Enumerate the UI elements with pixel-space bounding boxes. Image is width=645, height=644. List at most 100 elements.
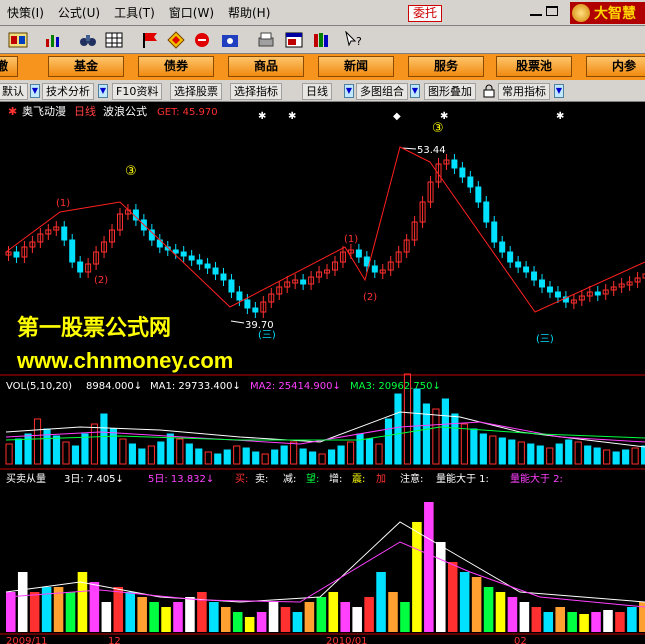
stop-icon[interactable]: [192, 31, 212, 49]
chart-period: 日线: [74, 104, 96, 118]
menu-quickstrategy[interactable]: 快策(I): [0, 4, 51, 21]
svg-text:?: ?: [356, 35, 362, 48]
nav-button-commodity[interactable]: 商品: [228, 56, 304, 77]
candle: [69, 239, 76, 263]
indicator-bar: [388, 592, 398, 632]
candle: [507, 251, 514, 263]
candle: [515, 261, 522, 268]
grid-icon[interactable]: [104, 31, 124, 49]
chart-icon[interactable]: [44, 31, 64, 49]
kline-chart-area[interactable]: ✱ 奥飞动漫 日线 波浪公式 GET: 45.970 ③ (1) (2) (1)…: [0, 102, 645, 644]
volume-bar: [166, 433, 174, 465]
icon-toolbar: ?: [0, 26, 645, 54]
nav-bar: 撤 基金 债券 商品 新闻 服务 股票池 内参: [0, 54, 645, 80]
nav-button-service[interactable]: 服务: [408, 56, 484, 77]
menu-window[interactable]: 窗口(W): [162, 4, 221, 21]
indicator-bar: [579, 614, 589, 632]
sub-toolbar: 默认 ▼ 技术分析 ▼ F10资料 选择股票 选择指标 日线 ▼ 多图组合 ▼ …: [0, 80, 645, 102]
candle: [228, 279, 235, 293]
wave-label: (2): [363, 292, 377, 303]
volume-bar: [242, 447, 250, 465]
volume-bar: [622, 449, 630, 465]
tab-select-stock[interactable]: 选择股票: [170, 83, 222, 100]
indicator-bar: [603, 610, 613, 632]
lock-icon[interactable]: [483, 84, 495, 98]
candle: [459, 167, 466, 178]
indicator-bar: [125, 592, 135, 632]
indicator-bar: [376, 572, 386, 632]
minimize-icon[interactable]: [530, 6, 542, 16]
tab-technical-analysis[interactable]: 技术分析: [42, 83, 94, 100]
menu-formula[interactable]: 公式(U): [51, 4, 107, 21]
menu-icon[interactable]: ✱: [8, 105, 17, 118]
volume-bar: [356, 433, 364, 465]
indicator-bar: [591, 612, 601, 632]
volume-bar: [109, 428, 118, 465]
tab-common-indicator[interactable]: 常用指标: [498, 83, 550, 100]
tab-select-indicator[interactable]: 选择指标: [230, 83, 282, 100]
help-cursor-icon[interactable]: ?: [344, 31, 364, 49]
chevron-down-icon[interactable]: ▼: [554, 84, 564, 98]
candle: [148, 229, 155, 241]
candle: [355, 249, 362, 258]
menu-help[interactable]: 帮助(H): [221, 4, 277, 21]
volume-bar: [100, 413, 108, 465]
print-icon[interactable]: [256, 31, 276, 49]
indicator-name: 波浪公式: [103, 104, 147, 118]
nav-button-fund[interactable]: 基金: [48, 56, 124, 77]
binoculars-icon[interactable]: [78, 31, 98, 49]
diamond-icon[interactable]: [166, 31, 186, 49]
indicator-bar: [113, 587, 124, 632]
indicator-bar: [209, 602, 219, 632]
volume-bar: [195, 448, 203, 465]
tab-multi-chart[interactable]: 多图组合: [356, 83, 408, 100]
nav-button-withdraw[interactable]: 撤: [0, 56, 18, 77]
maximize-icon[interactable]: [546, 6, 558, 16]
signal-star: ◆: [393, 111, 401, 122]
volume-bar: [138, 448, 146, 465]
candle: [483, 201, 490, 223]
candle: [451, 159, 458, 169]
portfolio-icon[interactable]: [220, 31, 240, 49]
nav-button-insider[interactable]: 内参: [586, 56, 645, 77]
flag-icon[interactable]: [140, 31, 160, 49]
tab-daily[interactable]: 日线: [302, 83, 332, 100]
candle: [236, 291, 243, 301]
wave-label: (1): [56, 198, 70, 209]
signal-star: ✱: [258, 111, 266, 122]
reduce-tag: 减:: [283, 473, 296, 485]
indicator-bar: [149, 602, 159, 632]
indicator-bar: [567, 612, 577, 632]
nav-button-stock-pool[interactable]: 股票池: [496, 56, 572, 77]
window-icon[interactable]: [284, 31, 304, 49]
volume-bar: [574, 441, 582, 465]
ma1-value: MA1: 29733.400↓: [150, 381, 241, 392]
books-icon[interactable]: [312, 31, 332, 49]
layout-icon[interactable]: [8, 31, 28, 49]
candle: [204, 263, 211, 269]
tab-overlay[interactable]: 图形叠加: [424, 83, 476, 100]
tab-f10[interactable]: F10资料: [112, 83, 163, 100]
candle: [499, 241, 506, 253]
commission-button[interactable]: 委托: [408, 5, 443, 22]
nav-button-news[interactable]: 新闻: [318, 56, 394, 77]
volume-bar: [24, 433, 32, 465]
chevron-down-icon[interactable]: ▼: [98, 84, 108, 98]
chevron-down-icon[interactable]: ▼: [410, 84, 420, 98]
candle: [594, 291, 601, 296]
day5-value: 5日: 13.832↓: [148, 474, 214, 485]
chevron-down-icon[interactable]: ▼: [344, 84, 354, 98]
indicator-bar: [424, 502, 434, 632]
volume-bar: [508, 439, 516, 465]
candle: [531, 271, 538, 281]
buy-tag: 买:: [235, 473, 248, 485]
tab-default[interactable]: 默认: [0, 83, 28, 100]
chevron-down-icon[interactable]: ▼: [30, 84, 40, 98]
volume-bar: [81, 433, 89, 465]
nav-button-bond[interactable]: 债券: [138, 56, 214, 77]
indicator-bar: [531, 607, 542, 632]
menu-tools[interactable]: 工具(T): [107, 4, 162, 21]
volume-bar: [261, 453, 269, 465]
volume-bar: [5, 443, 13, 465]
volume-bar: [631, 447, 639, 465]
